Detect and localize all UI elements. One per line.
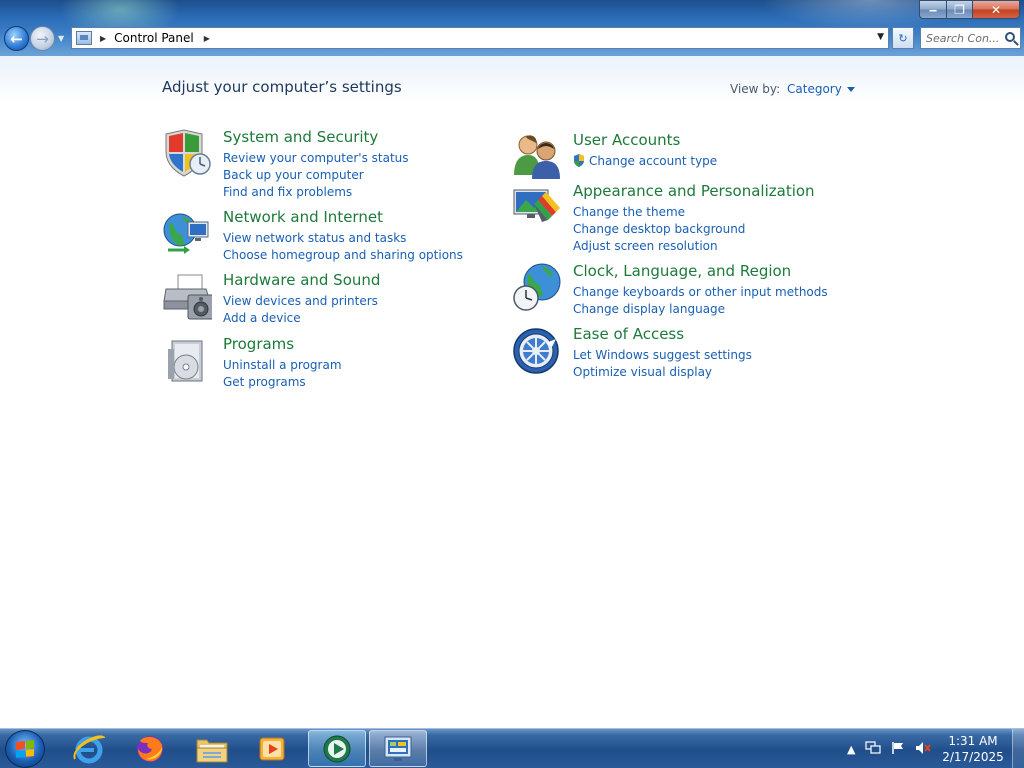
network-globe-icon[interactable] [162,208,212,258]
clock-time: 1:31 AM [948,734,998,748]
view-by-label: View by: [730,82,781,96]
start-button[interactable] [5,730,45,768]
link-change-keyboards[interactable]: Change keyboards or other input methods [573,284,828,301]
taskbar-internet-explorer[interactable] [60,730,118,767]
file-explorer-icon [196,739,228,762]
category-title[interactable]: Network and Internet [223,208,383,226]
link-get-programs[interactable]: Get programs [223,374,342,391]
taskbar-firefox[interactable] [121,730,179,767]
link-change-account-type[interactable]: Change account type [573,153,717,170]
category-links: Let Windows suggest settings Optimize vi… [573,347,752,381]
address-dropdown-icon[interactable]: ▼ [877,32,884,42]
refresh-icon: ↻ [898,31,908,45]
category-title[interactable]: System and Security [223,128,378,146]
link-review-status[interactable]: Review your computer's status [223,150,409,167]
control-panel-icon [384,736,412,761]
link-devices-printers[interactable]: View devices and printers [223,293,378,310]
category-links: Review your computer's status Back up yo… [223,150,409,201]
link-optimize-visual-display[interactable]: Optimize visual display [573,364,752,381]
category-title[interactable]: Programs [223,335,294,353]
category-links: View network status and tasks Choose hom… [223,230,463,264]
taskbar-media-player[interactable] [243,730,301,767]
category-title[interactable]: User Accounts [573,131,680,149]
media-player-icon [259,737,285,760]
link-find-fix-problems[interactable]: Find and fix problems [223,184,409,201]
recent-pages-dropdown[interactable]: ▼ [58,34,64,43]
show-desktop-button[interactable] [1012,729,1024,768]
uac-shield-icon [574,154,584,167]
page-title: Adjust your computer’s settings [162,78,402,96]
breadcrumb-control-panel[interactable]: Control Panel [114,31,194,45]
firefox-icon [137,735,163,762]
category-title[interactable]: Clock, Language, and Region [573,262,791,280]
link-change-display-language[interactable]: Change display language [573,301,828,318]
view-by-value[interactable]: Category [787,82,842,96]
link-adjust-resolution[interactable]: Adjust screen resolution [573,238,745,255]
system-tray: ▲ [842,729,936,768]
link-windows-suggest-settings[interactable]: Let Windows suggest settings [573,347,752,364]
forward-button[interactable]: → [30,26,55,51]
link-uninstall-program[interactable]: Uninstall a program [223,357,342,374]
breadcrumb-separator-icon[interactable]: ▶ [100,34,106,43]
taskbar-clock[interactable]: 1:31 AM 2/17/2025 [940,733,1006,765]
category-links: Change account type [573,153,717,170]
category-title[interactable]: Appearance and Personalization [573,182,815,200]
users-icon[interactable] [512,131,562,181]
internet-explorer-icon [73,735,105,763]
maximize-button[interactable]: ❐ [946,0,972,19]
category-title[interactable]: Hardware and Sound [223,271,380,289]
category-links: Change keyboards or other input methods … [573,284,828,318]
printer-speaker-icon[interactable] [162,271,212,321]
category-links: View devices and printers Add a device [223,293,378,327]
action-center-flag-icon[interactable] [891,741,905,758]
link-homegroup-sharing[interactable]: Choose homegroup and sharing options [223,247,463,264]
show-hidden-icons-icon[interactable]: ▲ [847,743,855,756]
link-change-theme[interactable]: Change the theme [573,204,745,221]
back-button[interactable]: ← [4,26,29,51]
breadcrumb-separator-icon[interactable]: ▶ [204,34,210,43]
arrow-left-icon: ← [10,29,23,48]
taskbar-control-panel[interactable] [369,730,427,767]
category-links: Change the theme Change desktop backgrou… [573,204,745,255]
view-by-dropdown[interactable]: Category [787,82,855,96]
media-center-icon [323,735,351,762]
control-panel-icon [76,31,92,45]
refresh-button[interactable]: ↻ [892,27,914,49]
link-add-device[interactable]: Add a device [223,310,378,327]
link-view-network-status[interactable]: View network status and tasks [223,230,463,247]
volume-muted-icon[interactable] [915,741,932,758]
search-box[interactable] [920,27,1021,49]
category-links: Uninstall a program Get programs [223,357,342,391]
taskbar-file-explorer[interactable] [183,730,241,767]
control-panel-content: Adjust your computer’s settings View by:… [0,56,1024,728]
category-title[interactable]: Ease of Access [573,325,684,343]
clock-globe-icon[interactable] [512,262,562,312]
window-titlebar: ‒ ❐ ✕ ← → ▼ ▶ Control Panel ▶ ▼ ↻ [0,0,1024,56]
monitor-paint-icon[interactable] [512,182,562,232]
close-button[interactable]: ✕ [972,0,1020,19]
address-bar[interactable]: ▶ Control Panel ▶ ▼ [71,27,889,49]
programs-disc-icon[interactable] [162,335,212,385]
chevron-down-icon[interactable] [846,87,855,92]
ease-of-access-icon[interactable] [512,325,562,375]
windows-logo-icon [16,740,34,758]
clock-date: 2/17/2025 [942,750,1004,764]
link-change-desktop-background[interactable]: Change desktop background [573,221,745,238]
arrow-right-icon: → [36,29,49,48]
network-icon[interactable] [865,740,882,758]
minimize-button[interactable]: ‒ [919,0,946,19]
taskbar: ▲ 1:31 AM 2/17/2025 [0,728,1024,768]
shield-icon[interactable] [162,128,212,178]
search-icon[interactable] [1005,32,1015,42]
link-label[interactable]: Change account type [589,154,717,168]
taskbar-media-center[interactable] [308,730,366,767]
search-input[interactable] [926,31,1002,45]
link-back-up[interactable]: Back up your computer [223,167,409,184]
window-controls: ‒ ❐ ✕ [919,0,1020,19]
